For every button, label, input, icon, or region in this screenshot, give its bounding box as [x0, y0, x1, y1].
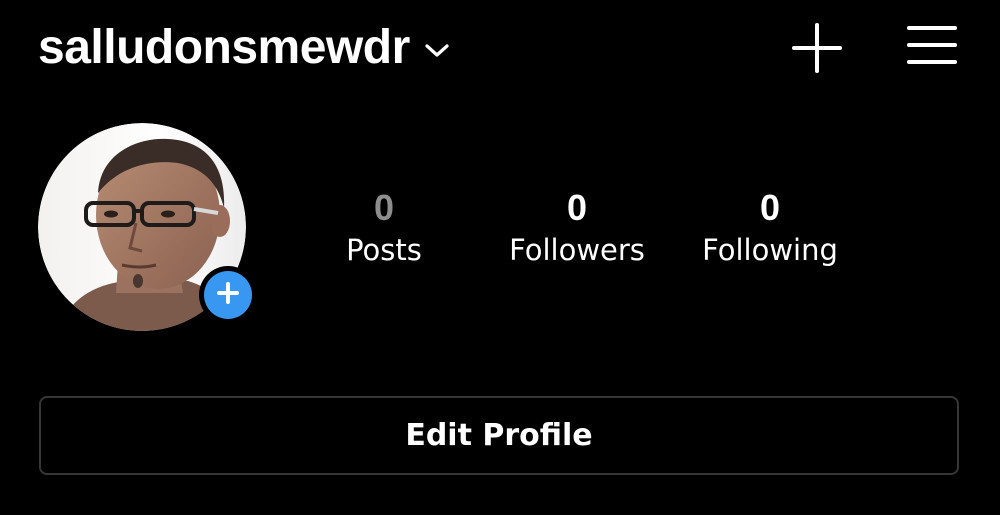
following-count: 0 — [759, 187, 781, 228]
edit-profile-button[interactable]: Edit Profile — [39, 396, 959, 475]
profile-header: salludonsmewdr — [0, 0, 1000, 100]
plus-icon — [791, 23, 843, 78]
edit-profile-label: Edit Profile — [405, 418, 593, 453]
posts-stat[interactable]: 0 Posts — [294, 186, 474, 270]
account-switcher[interactable]: salludonsmewdr — [38, 20, 450, 76]
followers-label: Followers — [509, 233, 645, 267]
menu-button[interactable] — [906, 22, 958, 68]
following-stat[interactable]: 0 Following — [680, 186, 860, 270]
posts-count: 0 — [373, 187, 395, 228]
hamburger-menu-icon — [906, 26, 958, 72]
followers-count: 0 — [566, 187, 588, 228]
plus-icon — [216, 281, 240, 310]
chevron-down-icon — [424, 43, 450, 59]
new-post-button[interactable] — [791, 22, 843, 74]
add-story-badge — [204, 271, 252, 319]
posts-label: Posts — [346, 233, 422, 267]
followers-stat[interactable]: 0 Followers — [487, 186, 667, 270]
username: salludonsmewdr — [38, 21, 410, 74]
profile-stats: 0 Posts 0 Followers 0 Following — [0, 186, 1000, 276]
following-label: Following — [702, 233, 838, 267]
